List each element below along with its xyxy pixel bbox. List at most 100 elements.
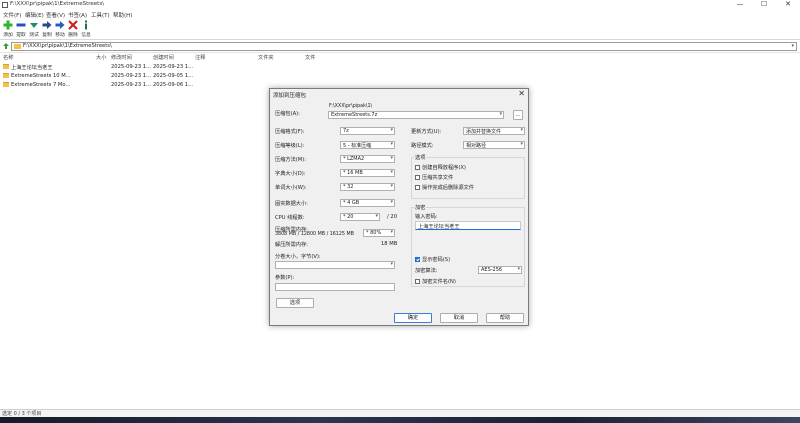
toolbar: 添加 提取 测试 复制 移动 删除 信息: [0, 19, 800, 38]
col-size[interactable]: 大小: [96, 54, 106, 61]
format-label: 压缩格式(F):: [275, 129, 305, 135]
dictionary-select[interactable]: * 16 MB ▾: [340, 169, 395, 177]
show-password-checkbox[interactable]: [415, 257, 420, 262]
delete-after-label: 操作完成后删除源文件: [422, 185, 474, 191]
solid-block-label: 固实数据大小:: [275, 201, 308, 207]
menubar: 文件(F) 编辑(E) 查看(V) 书签(A) 工具(T) 帮助(H): [0, 10, 800, 19]
menu-file[interactable]: 文件(F): [3, 11, 21, 19]
status-bar: 选定 0 / 3 个项目: [0, 409, 800, 417]
cancel-button[interactable]: 取消: [440, 313, 478, 323]
col-created[interactable]: 创建时间: [153, 54, 174, 61]
menu-edit[interactable]: 编辑(E): [25, 11, 44, 19]
memory-percent-select[interactable]: * 80% ▾: [363, 229, 395, 237]
parameters-input[interactable]: [275, 283, 395, 291]
format-select[interactable]: 7z ▾: [340, 127, 395, 135]
split-volume-select[interactable]: ▾: [275, 261, 395, 269]
chevron-down-icon: ▾: [390, 155, 393, 161]
minus-icon: [16, 23, 26, 27]
update-mode-label: 更新方式(U):: [411, 129, 442, 135]
level-select[interactable]: 5 - 标准压缩 ▾: [340, 141, 395, 149]
archive-dir: F:\XXX\pr\pipak\1\: [329, 104, 373, 109]
options-button[interactable]: 选项: [276, 298, 314, 308]
table-row[interactable]: ExtremeStreets 10 M... 2025-09-23 1... 2…: [0, 72, 800, 81]
col-folders[interactable]: 文件夹: [258, 54, 274, 61]
folder-icon: [3, 73, 9, 78]
solid-block-value: * 4 GB: [343, 200, 360, 206]
archive-name-combo[interactable]: ExtremeStreets.7z ▾: [328, 111, 504, 119]
path-mode-select[interactable]: 相对路径 ▾: [463, 141, 525, 149]
chevron-down-icon[interactable]: ▾: [791, 43, 794, 49]
col-files[interactable]: 文件: [305, 54, 315, 61]
decompress-memory-value: 18 MB: [381, 241, 398, 247]
up-folder-icon[interactable]: [3, 43, 9, 49]
table-row[interactable]: 上海王论坛当老王 2025-09-23 1... 2025-09-23 1...: [0, 63, 800, 72]
window-title: F:\XXX\pr\pipak\1\ExtremeStreets\: [10, 1, 105, 7]
chevron-down-icon: ▾: [390, 229, 393, 235]
address-input[interactable]: F:\XXX\pr\pipak\1\ExtremeStreets\ ▾: [11, 42, 797, 51]
file-modified: 2025-09-23 1...: [111, 82, 152, 88]
path-mode-value: 相对路径: [466, 143, 487, 149]
window-titlebar: F:\XXX\pr\pipak\1\ExtremeStreets\ — ☐ ✕: [0, 0, 800, 10]
folder-icon: [14, 44, 21, 49]
shared-files-checkbox[interactable]: [415, 175, 420, 180]
memory-percent-value: * 80%: [366, 230, 382, 236]
chevron-down-icon: ▾: [390, 141, 393, 147]
encryption-method-select[interactable]: AES-256 ▾: [478, 266, 522, 274]
delete-after-checkbox[interactable]: [415, 185, 420, 190]
sfx-label: 创建自释放程序(X): [422, 165, 466, 171]
word-size-label: 单词大小(W):: [275, 185, 307, 191]
chevron-down-icon: ▾: [390, 199, 393, 205]
app-icon: [2, 2, 8, 8]
format-value: 7z: [343, 128, 349, 134]
file-modified: 2025-09-23 1...: [111, 73, 152, 79]
maximize-button[interactable]: ☐: [754, 0, 774, 10]
file-created: 2025-09-23 1...: [153, 64, 194, 70]
dictionary-label: 字典大小(D):: [275, 171, 306, 177]
info-icon: [85, 20, 87, 30]
method-select[interactable]: * LZMA2 ▾: [340, 155, 395, 163]
cpu-threads-max: / 20: [387, 214, 397, 220]
col-name[interactable]: 名称: [3, 54, 13, 61]
dialog-close-button[interactable]: ✕: [518, 89, 525, 98]
file-created: 2025-09-05 1...: [153, 73, 194, 79]
decompress-memory-label: 解压所需内存:: [275, 242, 308, 248]
encrypt-names-checkbox[interactable]: [415, 279, 420, 284]
update-mode-value: 添加并替换文件: [466, 129, 502, 135]
chevron-down-icon: ▾: [390, 127, 393, 133]
col-modified[interactable]: 修改时间: [111, 54, 132, 61]
delete-x-icon: [68, 20, 78, 30]
dictionary-value: * 16 MB: [343, 170, 363, 176]
solid-block-select[interactable]: * 4 GB ▾: [340, 199, 395, 207]
password-input[interactable]: 上海王论坛当老王: [415, 221, 521, 230]
dialog-title: 添加到压缩包: [273, 93, 307, 99]
options-group-title: 选项: [414, 154, 427, 161]
path-mode-label: 路径模式:: [411, 143, 434, 149]
help-button[interactable]: 帮助: [486, 313, 524, 323]
close-button[interactable]: ✕: [778, 0, 798, 10]
menu-help[interactable]: 帮助(H): [113, 11, 132, 19]
address-bar: F:\XXX\pr\pipak\1\ExtremeStreets\ ▾: [0, 39, 800, 51]
browse-button[interactable]: ...: [513, 110, 523, 120]
add-to-archive-dialog: 添加到压缩包 ✕ 压缩包(A): F:\XXX\pr\pipak\1\ Extr…: [269, 88, 529, 326]
status-text: 选定 0 / 3 个项目: [2, 411, 42, 417]
word-size-select[interactable]: * 32 ▾: [340, 183, 395, 191]
password-label: 输入密码:: [415, 214, 438, 220]
chevron-down-icon: ▾: [375, 213, 378, 219]
menu-tools[interactable]: 工具(T): [91, 11, 110, 19]
encryption-group-title: 加密: [414, 204, 427, 211]
folder-icon: [3, 64, 9, 69]
desktop-taskbar: [0, 417, 800, 423]
minimize-button[interactable]: —: [730, 0, 750, 10]
shared-files-label: 压缩共享文件: [422, 175, 454, 181]
info-button[interactable]: 信息: [79, 20, 93, 38]
method-value: * LZMA2: [343, 156, 365, 162]
archive-label: 压缩包(A):: [275, 111, 300, 117]
folder-icon: [3, 82, 9, 87]
cpu-threads-select[interactable]: * 20 ▾: [340, 213, 380, 221]
ok-button[interactable]: 确定: [394, 313, 432, 323]
menu-view[interactable]: 查看(V): [46, 11, 65, 19]
menu-bookmarks[interactable]: 书签(A): [68, 11, 87, 19]
update-mode-select[interactable]: 添加并替换文件 ▾: [463, 127, 525, 135]
sfx-checkbox[interactable]: [415, 165, 420, 170]
col-comment[interactable]: 注释: [195, 54, 205, 61]
